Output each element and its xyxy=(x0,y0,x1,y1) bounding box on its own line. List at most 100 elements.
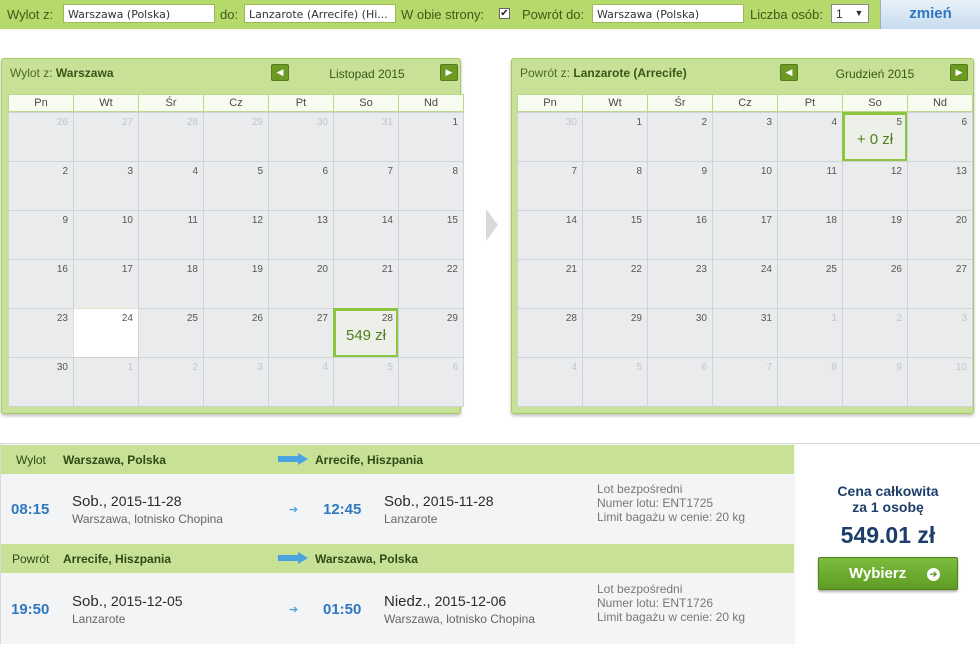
calendar-day[interactable]: 7 xyxy=(712,357,778,407)
calendar-day[interactable]: 1 xyxy=(73,357,139,407)
calendar-day[interactable]: 22 xyxy=(582,259,648,309)
calendar-day[interactable]: 4 xyxy=(268,357,334,407)
calendar-day[interactable]: 10 xyxy=(907,357,973,407)
calendar-day[interactable]: 18 xyxy=(138,259,204,309)
prev-month-button[interactable]: ◀ xyxy=(271,64,289,81)
calendar-day[interactable]: 14 xyxy=(333,210,399,260)
calendar-day[interactable]: 30 xyxy=(647,308,713,358)
prev-month-button[interactable]: ◀ xyxy=(780,64,798,81)
calendar-day-selected[interactable]: 28 549 zł xyxy=(333,308,399,358)
calendar-day[interactable]: 19 xyxy=(842,210,908,260)
calendar-day[interactable]: 6 xyxy=(268,161,334,211)
calendar-day[interactable]: 18 xyxy=(777,210,843,260)
calendar-day[interactable]: 4 xyxy=(138,161,204,211)
calendar-day[interactable]: 9 xyxy=(842,357,908,407)
weekday-header: Pn xyxy=(517,94,583,112)
calendar-day[interactable]: 31 xyxy=(333,112,399,162)
calendar-day[interactable]: 12 xyxy=(203,210,269,260)
calendar-day[interactable]: 1 xyxy=(582,112,648,162)
day-number: 28 xyxy=(565,313,577,324)
calendar-day[interactable]: 20 xyxy=(268,259,334,309)
calendar-day[interactable]: 26 xyxy=(8,112,74,162)
from-input[interactable]: Warszawa (Polska) xyxy=(63,4,215,23)
calendar-day[interactable]: 30 xyxy=(517,112,583,162)
calendar-day[interactable]: 13 xyxy=(268,210,334,260)
return-input[interactable]: Warszawa (Polska) xyxy=(592,4,744,23)
calendar-day[interactable]: 2 xyxy=(8,161,74,211)
calendar-day[interactable]: 26 xyxy=(842,259,908,309)
calendar-day[interactable]: 16 xyxy=(647,210,713,260)
calendar-day[interactable]: 1 xyxy=(777,308,843,358)
calendar-day-selected[interactable]: 5 + 0 zł xyxy=(842,112,908,162)
calendar-day[interactable]: 6 xyxy=(398,357,464,407)
next-month-button[interactable]: ▶ xyxy=(950,64,968,81)
calendar-day[interactable]: 2 xyxy=(842,308,908,358)
calendar-day[interactable]: 3 xyxy=(73,161,139,211)
calendar-day[interactable]: 4 xyxy=(777,112,843,162)
persons-select[interactable]: 1 ▼ xyxy=(831,4,869,23)
calendar-day[interactable]: 5 xyxy=(203,161,269,211)
calendar-day[interactable]: 22 xyxy=(398,259,464,309)
select-button[interactable]: Wybierz ➔ xyxy=(818,557,958,590)
calendar-day[interactable]: 27 xyxy=(73,112,139,162)
calendar-day[interactable]: 30 xyxy=(268,112,334,162)
calendar-day[interactable]: 5 xyxy=(582,357,648,407)
calendar-day[interactable]: 12 xyxy=(842,161,908,211)
chevron-right-icon: ▶ xyxy=(445,67,453,77)
calendar-day[interactable]: 3 xyxy=(712,112,778,162)
calendar-day[interactable]: 5 xyxy=(333,357,399,407)
calendar-day[interactable]: 3 xyxy=(203,357,269,407)
calendar-day[interactable]: 28 xyxy=(138,112,204,162)
calendar-day[interactable]: 6 xyxy=(647,357,713,407)
to-input[interactable]: Lanzarote (Arrecife) (Hi... xyxy=(244,4,396,23)
calendar-day[interactable]: 21 xyxy=(517,259,583,309)
calendar-day[interactable]: 24 xyxy=(712,259,778,309)
calendar-day[interactable]: 31 xyxy=(712,308,778,358)
calendar-day[interactable]: 15 xyxy=(398,210,464,260)
calendar-day[interactable]: 11 xyxy=(777,161,843,211)
calendar-day[interactable]: 25 xyxy=(138,308,204,358)
calendar-day[interactable]: 17 xyxy=(712,210,778,260)
calendar-day[interactable]: 16 xyxy=(8,259,74,309)
calendar-day[interactable]: 24 xyxy=(73,308,139,358)
calendar-day[interactable]: 9 xyxy=(647,161,713,211)
calendar-day[interactable]: 7 xyxy=(517,161,583,211)
calendar-day[interactable]: 11 xyxy=(138,210,204,260)
calendar-day[interactable]: 29 xyxy=(203,112,269,162)
next-month-button[interactable]: ▶ xyxy=(440,64,458,81)
roundtrip-checkbox[interactable]: ✔ xyxy=(499,8,510,19)
calendar-day[interactable]: 23 xyxy=(8,308,74,358)
day-number: 7 xyxy=(766,362,772,373)
day-number: 30 xyxy=(565,117,577,128)
calendar-day[interactable]: 3 xyxy=(907,308,973,358)
calendar-day[interactable]: 26 xyxy=(203,308,269,358)
calendar-day[interactable]: 23 xyxy=(647,259,713,309)
calendar-day[interactable]: 6 xyxy=(907,112,973,162)
calendar-day[interactable]: 13 xyxy=(907,161,973,211)
calendar-day[interactable]: 2 xyxy=(647,112,713,162)
calendar-day[interactable]: 8 xyxy=(777,357,843,407)
calendar-day[interactable]: 29 xyxy=(398,308,464,358)
calendar-day[interactable]: 2 xyxy=(138,357,204,407)
calendar-day[interactable]: 8 xyxy=(582,161,648,211)
calendar-day[interactable]: 21 xyxy=(333,259,399,309)
calendar-day[interactable]: 8 xyxy=(398,161,464,211)
calendar-day[interactable]: 27 xyxy=(268,308,334,358)
calendar-day[interactable]: 10 xyxy=(73,210,139,260)
calendar-day[interactable]: 27 xyxy=(907,259,973,309)
calendar-day[interactable]: 10 xyxy=(712,161,778,211)
calendar-day[interactable]: 7 xyxy=(333,161,399,211)
calendar-day[interactable]: 15 xyxy=(582,210,648,260)
calendar-day[interactable]: 14 xyxy=(517,210,583,260)
calendar-day[interactable]: 17 xyxy=(73,259,139,309)
change-search-button[interactable]: zmień xyxy=(880,0,980,29)
calendar-day[interactable]: 4 xyxy=(517,357,583,407)
calendar-day[interactable]: 28 xyxy=(517,308,583,358)
calendar-day[interactable]: 25 xyxy=(777,259,843,309)
calendar-day[interactable]: 30 xyxy=(8,357,74,407)
calendar-day[interactable]: 1 xyxy=(398,112,464,162)
calendar-day[interactable]: 29 xyxy=(582,308,648,358)
calendar-day[interactable]: 9 xyxy=(8,210,74,260)
calendar-day[interactable]: 20 xyxy=(907,210,973,260)
calendar-day[interactable]: 19 xyxy=(203,259,269,309)
